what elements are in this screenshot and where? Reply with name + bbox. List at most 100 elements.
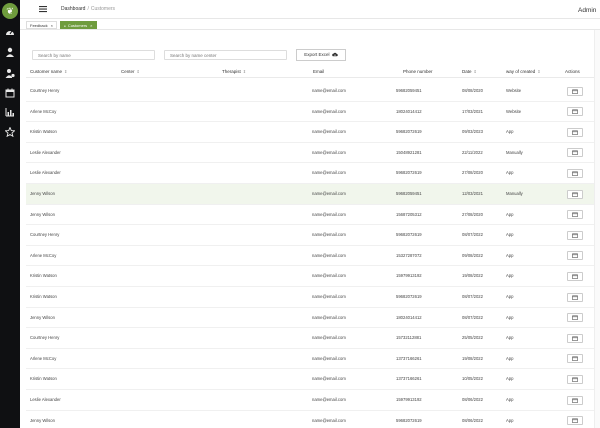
table-row[interactable]: Courtney Henry name@email.com 15732112881 2… (26, 328, 594, 349)
table-row[interactable]: Leslie Alexander name@email.com 1597991319… (26, 390, 594, 411)
cell-email: name@email.com (312, 335, 346, 341)
cell-customer-name: Leslie Alexander (30, 397, 61, 402)
sort-icon[interactable]: ⇕ (243, 70, 246, 74)
row-action-button[interactable] (567, 148, 583, 158)
table-row[interactable]: Arlene McCoy name@email.com 18024014412 17/… (26, 102, 594, 123)
close-icon[interactable]: × (90, 23, 92, 28)
row-action-button[interactable] (567, 189, 583, 199)
row-action-button[interactable] (567, 210, 583, 220)
export-label: Export Excel (304, 52, 330, 57)
sort-icon[interactable]: ⇕ (537, 70, 540, 74)
table-row[interactable]: Kristin Watson name@email.com 13737166261 1… (26, 369, 594, 390)
tab-feedback[interactable]: Feedback × (26, 20, 57, 29)
table-row[interactable]: Arlene McCoy name@email.com 13737166261 19/… (26, 349, 594, 370)
cell-way-of-created: Manually (506, 149, 523, 155)
table-row[interactable]: Courtney Henry name@email.com 59682059451 0… (26, 81, 594, 102)
cell-way-of-created: App (506, 314, 514, 320)
cell-way-of-created: App (506, 294, 514, 299)
cell-customer-name: Arlene McCoy (30, 252, 57, 258)
tab-label: Customers (67, 22, 88, 28)
tab-customers[interactable]: ● Customers × (60, 20, 97, 29)
calendar-icon (572, 295, 578, 300)
table-row[interactable]: Courtney Henry name@email.com 59682072619 0… (26, 225, 594, 246)
cell-customer-name: Leslie Alexander (30, 149, 61, 155)
row-action-button[interactable] (567, 230, 583, 240)
user-settings-icon[interactable] (5, 68, 15, 78)
col-therapist[interactable]: Therapist ⇕ (222, 68, 246, 76)
row-action-button[interactable] (567, 251, 583, 261)
row-action-button[interactable] (567, 86, 583, 96)
cell-way-of-created: App (506, 129, 514, 135)
vertical-scrollbar[interactable] (594, 30, 600, 428)
search-name-input[interactable] (32, 50, 155, 60)
col-center[interactable]: Center ⇕ (121, 68, 140, 76)
dashboard-icon[interactable] (5, 27, 15, 37)
sort-icon[interactable]: ⇕ (137, 70, 140, 74)
row-action-button[interactable] (567, 374, 583, 384)
cell-way-of-created: App (506, 417, 514, 423)
col-date[interactable]: Date ⇕ (462, 68, 477, 76)
cell-date: 08/07/2022 (462, 314, 483, 320)
col-customer-name[interactable]: Customer name ⇕ (30, 68, 67, 76)
col-way-of-created[interactable]: way of created ⇕ (506, 68, 540, 76)
calendar-icon (572, 130, 578, 135)
sort-icon[interactable]: ⇕ (474, 70, 477, 74)
row-action-button[interactable] (567, 271, 583, 281)
calendar-icon (572, 212, 578, 217)
table-row[interactable]: Leslie Alexander name@email.com 1504892128… (26, 143, 594, 164)
col-email: Email (313, 69, 325, 74)
bar-chart-icon[interactable] (5, 107, 15, 117)
menu-icon[interactable] (39, 5, 47, 13)
row-action-button[interactable] (567, 292, 583, 302)
cell-email: name@email.com (312, 252, 346, 258)
logo[interactable]: ❦ (2, 3, 18, 19)
table-row[interactable]: Leslie Alexander name@email.com 5968207261… (26, 163, 594, 184)
table-row[interactable]: Jenny Wilson name@email.com 59682072619 08/… (26, 411, 594, 428)
table-row[interactable]: Kristin Watson name@email.com 15979913192 1… (26, 266, 594, 287)
cell-way-of-created: App (506, 211, 514, 217)
cell-date: 25/05/2022 (462, 335, 483, 341)
cell-email: name@email.com (312, 273, 346, 279)
table-row[interactable]: Jenny Wilson name@email.com 15687205312 27/… (26, 205, 594, 226)
search-center-input[interactable] (164, 50, 287, 60)
cell-email: name@email.com (312, 211, 346, 217)
user-menu[interactable]: Admin (578, 7, 596, 14)
breadcrumb-dashboard[interactable]: Dashboard (61, 6, 85, 12)
close-icon[interactable]: × (51, 23, 53, 28)
row-action-button[interactable] (567, 168, 583, 178)
calendar-icon (572, 233, 578, 238)
calendar-icon[interactable] (5, 88, 15, 98)
table-row[interactable]: Jenny Wilson name@email.com 59682059451 12/… (26, 184, 594, 205)
main-content: Export Excel Customer name⇕ Center⇕ Ther… (20, 30, 600, 428)
table-row[interactable]: Jenny Wilson name@email.com 18024014412 08/… (26, 308, 594, 329)
row-action-button[interactable] (567, 354, 583, 364)
table-row[interactable]: Arlene McCoy name@email.com 15327287072 09/… (26, 246, 594, 267)
export-excel-button[interactable]: Export Excel (296, 49, 346, 61)
col-label: Center (121, 69, 135, 74)
cell-date: 12/03/2021 (462, 191, 483, 196)
col-label: Customer name (30, 69, 63, 74)
col-actions: Actions (565, 69, 580, 74)
cell-way-of-created: App (506, 376, 514, 382)
cell-phone: 15979913192 (396, 273, 422, 279)
table-row[interactable]: Kristin Watson name@email.com 59682072619 0… (26, 122, 594, 143)
cell-date: 08/06/2022 (462, 397, 483, 402)
user-icon[interactable] (5, 47, 15, 57)
row-action-button[interactable] (567, 107, 583, 117)
cell-date: 22/11/2022 (462, 149, 483, 155)
row-action-button[interactable] (567, 127, 583, 137)
cell-customer-name: Courtney Henry (30, 88, 60, 93)
calendar-icon (572, 171, 578, 176)
row-action-button[interactable] (567, 416, 583, 426)
cell-date: 19/08/2022 (462, 355, 483, 361)
row-action-button[interactable] (567, 333, 583, 343)
calendar-icon (572, 192, 578, 197)
row-action-button[interactable] (567, 395, 583, 405)
table-row[interactable]: Kristin Watson name@email.com 59682072619 0… (26, 287, 594, 308)
cloud-download-icon (331, 52, 338, 56)
star-icon[interactable] (5, 127, 15, 137)
sort-icon[interactable]: ⇕ (64, 70, 67, 74)
row-action-button[interactable] (567, 313, 583, 323)
cell-phone: 15327287072 (396, 252, 422, 258)
cell-email: name@email.com (312, 108, 346, 114)
